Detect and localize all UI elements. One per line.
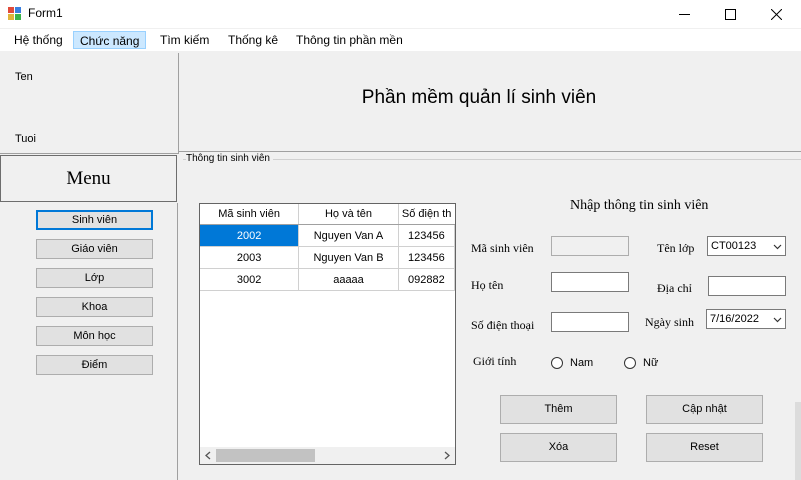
app-icon: [8, 7, 21, 20]
table-cell[interactable]: 092882: [398, 268, 455, 291]
sidebar-sinh-vien-button[interactable]: Sinh viên: [36, 210, 153, 230]
chevron-down-icon: [773, 244, 782, 250]
ten-lop-select[interactable]: CT00123: [707, 236, 786, 256]
ho-ten-label: Họ tên: [471, 278, 504, 292]
ma-sinh-vien-label: Mã sinh viên: [471, 241, 534, 255]
table-cell[interactable]: Nguyen Van A: [298, 224, 399, 247]
nu-radio[interactable]: [624, 357, 636, 369]
close-button[interactable]: [753, 0, 799, 28]
student-grid[interactable]: Mã sinh viên Họ và tên Số điện th 2002 N…: [199, 203, 456, 465]
menu-thong-ke[interactable]: Thống kê: [222, 31, 284, 49]
menu-title: Menu: [0, 155, 177, 202]
sidebar-lop-button[interactable]: Lớp: [36, 268, 153, 288]
table-cell[interactable]: 2003: [200, 246, 300, 269]
sidebar-mon-hoc-button[interactable]: Môn học: [36, 326, 153, 346]
horizontal-scrollbar[interactable]: [200, 447, 455, 464]
ngay-sinh-date-picker[interactable]: 7/16/2022: [706, 309, 786, 329]
column-header[interactable]: Số điện th: [398, 204, 455, 225]
reset-button[interactable]: Reset: [646, 433, 763, 462]
xoa-button[interactable]: Xóa: [500, 433, 617, 462]
sidebar-giao-vien-button[interactable]: Giáo viên: [36, 239, 153, 259]
minimize-button[interactable]: [661, 0, 707, 28]
cap-nhat-button[interactable]: Cập nhật: [646, 395, 763, 424]
menu-bar: Hệ thống Chức năng Tìm kiếm Thống kê Thô…: [0, 29, 801, 51]
them-button[interactable]: Thêm: [500, 395, 617, 424]
table-cell[interactable]: 123456: [398, 224, 455, 247]
group-border: [183, 159, 801, 160]
tuoi-label: Tuoi: [15, 133, 36, 145]
page-title: Phần mềm quản lí sinh viên: [361, 87, 597, 108]
ngay-sinh-value: 7/16/2022: [710, 313, 759, 325]
table-row[interactable]: 2002 Nguyen Van A 123456: [200, 224, 455, 247]
table-cell[interactable]: 3002: [200, 268, 300, 291]
so-dien-thoai-label: Số điện thoại: [471, 318, 535, 332]
ten-lop-label: Tên lớp: [657, 241, 695, 255]
maximize-icon: [724, 8, 736, 20]
table-cell[interactable]: aaaaa: [298, 268, 399, 291]
minimize-icon: [678, 13, 690, 15]
scroll-thumb[interactable]: [216, 449, 315, 462]
table-row[interactable]: 2003 Nguyen Van B 123456: [200, 246, 455, 269]
close-icon: [770, 8, 782, 20]
column-header[interactable]: Họ và tên: [298, 204, 399, 225]
ten-label: Ten: [15, 71, 33, 83]
ngay-sinh-label: Ngày sinh: [645, 315, 694, 329]
ten-lop-value: CT00123: [711, 240, 757, 252]
group-label: Thông tin sinh viên: [186, 153, 273, 164]
student-table: Mã sinh viên Họ và tên Số điện th 2002 N…: [200, 204, 455, 291]
scroll-left-icon[interactable]: [204, 451, 212, 460]
window-title: Form1: [28, 6, 63, 20]
nam-radio[interactable]: [551, 357, 563, 369]
dia-chi-label: Địa chỉ: [657, 281, 692, 295]
so-dien-thoai-input[interactable]: [551, 312, 629, 332]
menu-tim-kiem[interactable]: Tìm kiếm: [154, 31, 215, 49]
table-cell[interactable]: 2002: [200, 224, 300, 247]
chevron-down-icon: [773, 317, 782, 323]
nu-label: Nữ: [643, 357, 659, 369]
ma-sinh-vien-input[interactable]: [551, 236, 629, 256]
form-title: Nhập thông tin sinh viên: [570, 198, 709, 213]
column-header[interactable]: Mã sinh viên: [200, 204, 300, 225]
sidebar-khoa-button[interactable]: Khoa: [36, 297, 153, 317]
partial-scrollbar: [795, 402, 801, 480]
menu-chuc-nang[interactable]: Chức năng: [73, 31, 147, 49]
dia-chi-input[interactable]: [708, 276, 786, 296]
menu-he-thong[interactable]: Hệ thống: [8, 31, 69, 49]
table-header-row: Mã sinh viên Họ và tên Số điện th: [200, 204, 455, 225]
gioi-tinh-label: Giới tính: [473, 354, 517, 368]
table-cell[interactable]: 123456: [398, 246, 455, 269]
scroll-right-icon[interactable]: [443, 451, 451, 460]
maximize-button[interactable]: [707, 0, 753, 28]
sidebar-diem-button[interactable]: Điểm: [36, 355, 153, 375]
table-row[interactable]: 3002 aaaaa 092882: [200, 268, 455, 291]
ho-ten-input[interactable]: [551, 272, 629, 292]
table-cell[interactable]: Nguyen Van B: [298, 246, 399, 269]
menu-thong-tin-phan-men[interactable]: Thông tin phần mền: [290, 31, 409, 49]
nam-label: Nam: [570, 357, 594, 369]
